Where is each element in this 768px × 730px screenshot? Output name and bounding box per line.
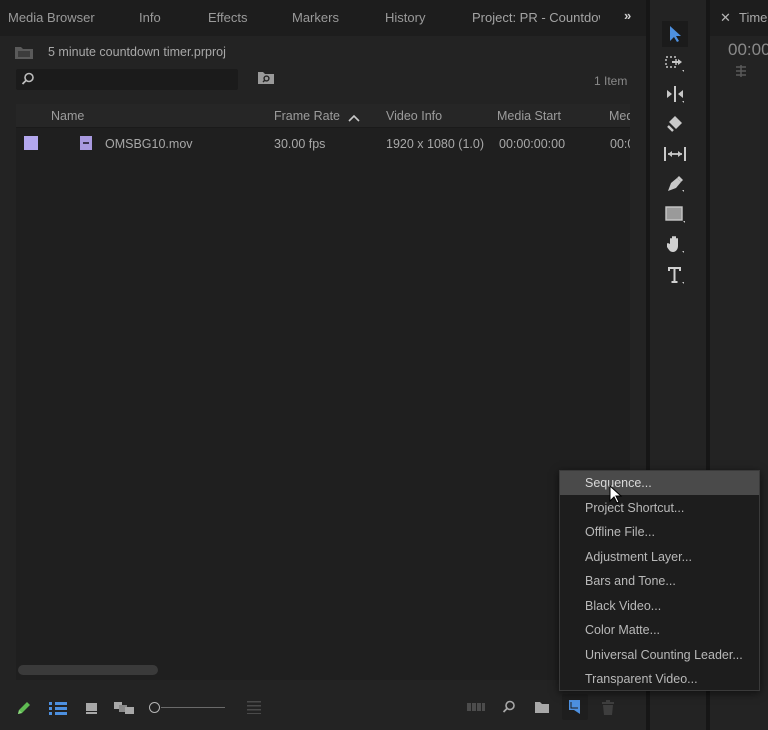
tab-overflow-chevron-icon[interactable]: » — [624, 8, 631, 23]
mouse-cursor-icon — [609, 484, 623, 508]
project-file-name: 5 minute countdown timer.prproj — [48, 45, 226, 59]
new-item-button[interactable] — [562, 694, 588, 720]
clip-media-start: 00:00:00:00 — [499, 137, 566, 151]
list-view-icon[interactable] — [48, 700, 68, 719]
clip-name[interactable]: OMSBG10.mov — [105, 137, 193, 151]
playhead-timecode[interactable]: 00:00 — [728, 40, 768, 60]
pen-tool-icon[interactable] — [662, 171, 688, 197]
icon-view-icon[interactable] — [84, 700, 100, 719]
find-icon[interactable] — [502, 700, 516, 717]
razor-tool-icon[interactable] — [662, 111, 688, 137]
nest-sequences-icon[interactable] — [733, 64, 749, 81]
track-select-forward-tool-icon[interactable] — [662, 51, 688, 77]
project-bottom-toolbar — [0, 690, 646, 730]
item-count: 1 Item — [594, 74, 628, 88]
tab-media-browser[interactable]: Media Browser — [8, 10, 95, 25]
hand-tool-icon[interactable] — [662, 231, 688, 257]
search-icon — [21, 72, 35, 89]
selection-tool-icon[interactable] — [662, 21, 688, 47]
tab-effects[interactable]: Effects — [208, 10, 248, 25]
tab-timeline[interactable]: Timeline — [739, 10, 768, 25]
menu-item-transparent-video[interactable]: Transparent Video... — [560, 667, 759, 691]
menu-item-sequence[interactable]: Sequence... — [560, 471, 759, 495]
column-header-row: Name Frame Rate Video Info Media Start M… — [16, 104, 630, 128]
slip-tool-icon[interactable] — [662, 141, 688, 167]
project-panel: Media Browser Info Effects Markers Histo… — [0, 0, 646, 730]
menu-item-offline-file[interactable]: Offline File... — [560, 520, 759, 544]
clip-video-info: 1920 x 1080 (1.0) — [386, 137, 484, 151]
write-on-pencil-icon[interactable] — [16, 700, 32, 719]
find-in-bin-icon[interactable] — [257, 70, 275, 86]
type-tool-icon[interactable] — [662, 262, 688, 288]
project-bin-icon[interactable] — [14, 44, 34, 60]
freeform-view-icon[interactable] — [113, 700, 135, 719]
new-item-icon — [569, 700, 580, 714]
column-media-start[interactable]: Media Start — [497, 109, 561, 123]
search-input[interactable] — [40, 71, 230, 88]
video-clip-icon — [80, 136, 92, 150]
tab-history[interactable]: History — [385, 10, 425, 25]
clip-frame-rate: 30.00 fps — [274, 137, 326, 151]
project-path: 5 minute countdown timer.prproj — [14, 42, 226, 62]
menu-item-bars-and-tone[interactable]: Bars and Tone... — [560, 569, 759, 593]
panel-tab-bar: Media Browser Info Effects Markers Histo… — [0, 0, 646, 36]
search-field[interactable] — [16, 69, 238, 90]
tab-project[interactable]: Project: PR - Countdown — [472, 10, 600, 25]
zoom-slider[interactable] — [149, 702, 227, 714]
menu-item-adjustment-layer[interactable]: Adjustment Layer... — [560, 545, 759, 569]
close-icon[interactable]: ✕ — [720, 10, 731, 26]
label-color-swatch[interactable] — [24, 136, 38, 150]
zoom-slider-knob[interactable] — [149, 702, 160, 713]
column-video-info[interactable]: Video Info — [386, 109, 442, 123]
rectangle-tool-icon[interactable] — [662, 201, 688, 227]
tab-info[interactable]: Info — [139, 10, 161, 25]
menu-item-project-shortcut[interactable]: Project Shortcut... — [560, 496, 759, 520]
column-name[interactable]: Name — [51, 109, 84, 123]
horizontal-scrollbar[interactable] — [18, 665, 158, 675]
tab-markers[interactable]: Markers — [292, 10, 339, 25]
column-frame-rate[interactable]: Frame Rate — [274, 109, 340, 123]
menu-item-black-video[interactable]: Black Video... — [560, 594, 759, 618]
project-list: Name Frame Rate Video Info Media Start M… — [16, 104, 630, 680]
timeline-tab-bar: ✕ Timeline — [710, 0, 768, 36]
zoom-slider-track[interactable] — [161, 707, 225, 708]
ripple-edit-tool-icon[interactable] — [662, 81, 688, 107]
clip-media-end: 00:00 — [610, 137, 630, 151]
sort-ascending-icon[interactable] — [348, 111, 360, 125]
clear-trash-icon[interactable] — [601, 700, 615, 719]
menu-item-universal-counting-leader[interactable]: Universal Counting Leader... — [560, 643, 759, 667]
column-media-end[interactable]: Media — [609, 109, 630, 123]
menu-item-color-matte[interactable]: Color Matte... — [560, 618, 759, 642]
sort-icons-icon[interactable] — [246, 700, 262, 717]
new-bin-icon[interactable] — [534, 700, 550, 717]
automate-to-sequence-icon[interactable] — [466, 700, 486, 717]
table-row[interactable]: OMSBG10.mov 30.00 fps 1920 x 1080 (1.0) … — [16, 130, 630, 156]
new-item-menu: Sequence... Project Shortcut... Offline … — [559, 470, 760, 691]
